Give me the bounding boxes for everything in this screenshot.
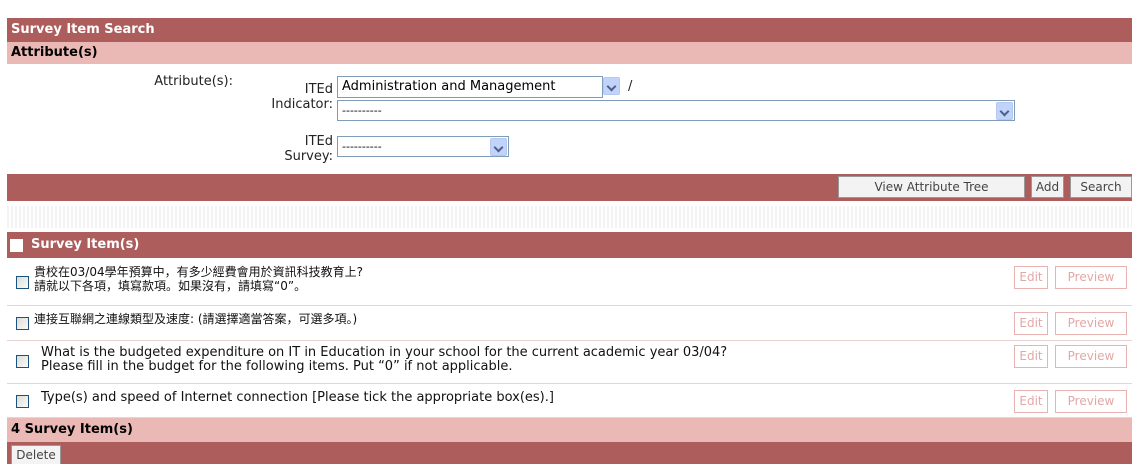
list-item: 貴校在03/04學年預算中，有多少經費會用於資訊科技教育上? 請就以下各項，填寫…	[7, 258, 1132, 306]
item-checkbox[interactable]	[16, 317, 29, 330]
item-checkbox[interactable]	[16, 276, 29, 289]
edit-button[interactable]: Edit	[1014, 390, 1048, 413]
separator-slash: /	[628, 79, 633, 94]
attributes-section-header: Attribute(s)	[7, 42, 1132, 64]
item-checkbox[interactable]	[16, 395, 29, 408]
category-select[interactable]: Administration and Management	[337, 76, 623, 98]
item-count-bar: 4 Survey Item(s)	[7, 418, 1132, 442]
chevron-down-icon[interactable]	[490, 138, 507, 156]
list-item: Type(s) and speed of Internet connection…	[7, 384, 1132, 418]
edit-button[interactable]: Edit	[1014, 266, 1048, 289]
chevron-down-icon[interactable]	[603, 77, 620, 95]
item-text: Type(s) and speed of Internet connection…	[41, 390, 554, 405]
item-text: 貴校在03/04學年預算中，有多少經費會用於資訊科技教育上? 請就以下各項，填寫…	[34, 265, 363, 293]
attributes-label: Attribute(s):	[154, 74, 233, 89]
page-title: Survey Item Search	[11, 22, 155, 37]
delete-button[interactable]: Delete	[11, 445, 61, 464]
edit-button[interactable]: Edit	[1014, 345, 1048, 368]
item-count: 4 Survey Item(s)	[11, 422, 133, 437]
search-button[interactable]: Search	[1070, 176, 1132, 198]
view-attribute-tree-button[interactable]: View Attribute Tree	[838, 176, 1025, 198]
category-select-arrow[interactable]	[603, 76, 623, 98]
attributes-header-label: Attribute(s)	[11, 45, 98, 60]
bottom-toolbar: Delete	[7, 442, 1132, 464]
item-text: 連接互聯網之連線類型及速度: (請選擇適當答案，可選多項。)	[34, 312, 358, 326]
preview-button[interactable]: Preview	[1055, 345, 1127, 368]
survey-select[interactable]: ----------	[337, 136, 509, 157]
item-checkbox[interactable]	[16, 355, 29, 368]
survey-label: ITEd Survey:	[284, 134, 333, 164]
edit-button[interactable]: Edit	[1014, 312, 1048, 335]
action-toolbar: View Attribute Tree Add Search	[7, 174, 1132, 201]
survey-items-header-label: Survey Item(s)	[31, 237, 140, 252]
list-item: 連接互聯網之連線類型及速度: (請選擇適當答案，可選多項。) Edit Prev…	[7, 306, 1132, 341]
separator-stripe	[7, 206, 1132, 228]
indicator-select[interactable]: ----------	[337, 100, 1015, 121]
select-all-checkbox[interactable]	[10, 239, 23, 252]
list-item: What is the budgeted expenditure on IT i…	[7, 341, 1132, 384]
page-title-bar: Survey Item Search	[7, 18, 1132, 42]
preview-button[interactable]: Preview	[1055, 266, 1127, 289]
indicator-label: ITEd Indicator:	[271, 82, 333, 112]
preview-button[interactable]: Preview	[1055, 312, 1127, 335]
preview-button[interactable]: Preview	[1055, 390, 1127, 413]
survey-items-header: Survey Item(s)	[7, 232, 1132, 258]
add-button[interactable]: Add	[1031, 176, 1064, 198]
chevron-down-icon[interactable]	[996, 102, 1013, 120]
item-text: What is the budgeted expenditure on IT i…	[41, 345, 728, 374]
